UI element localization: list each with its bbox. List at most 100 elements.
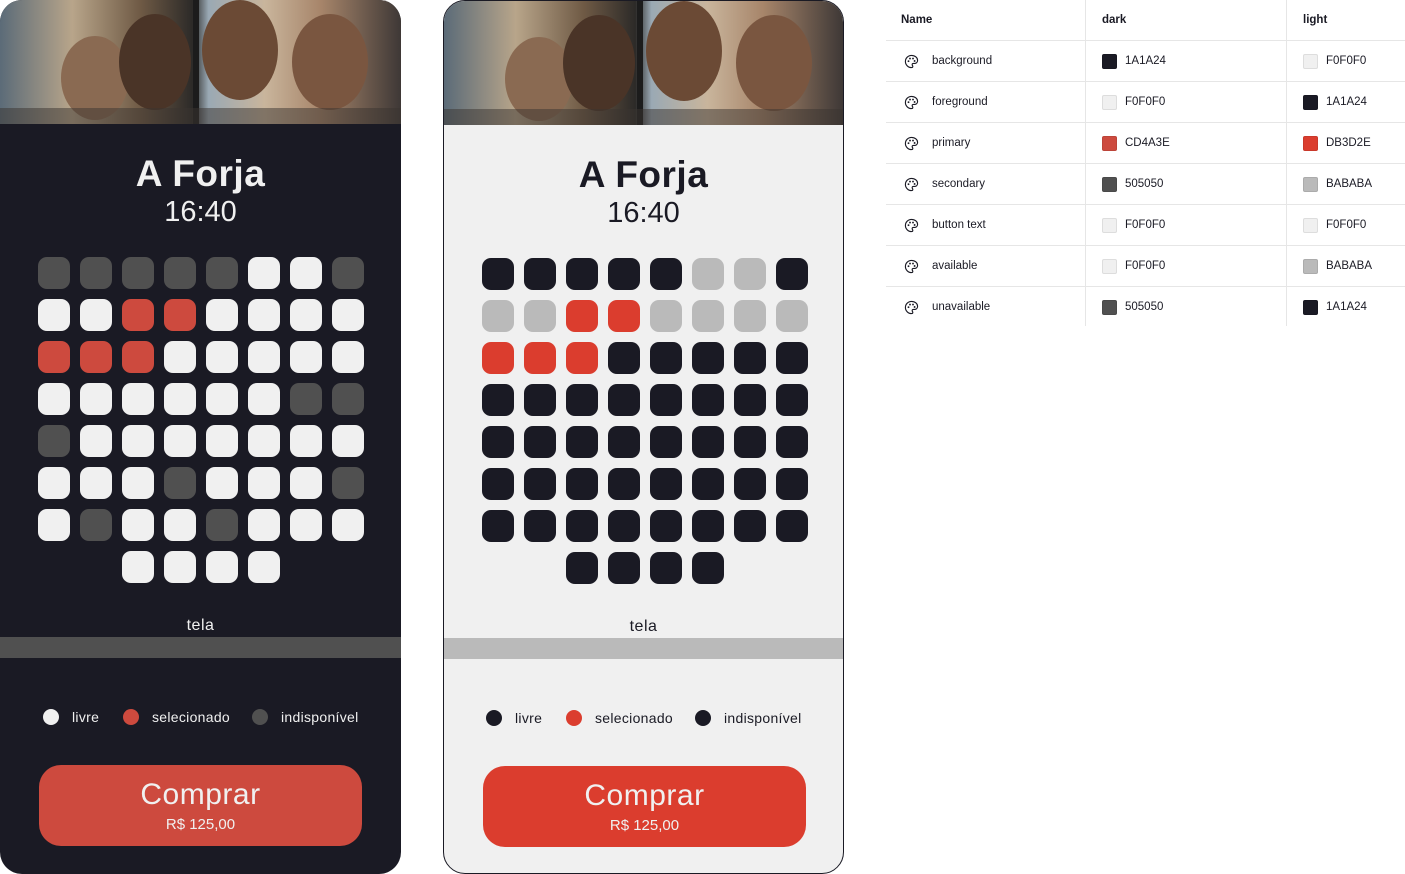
seat[interactable] — [607, 300, 640, 332]
seat[interactable] — [247, 425, 280, 457]
hex-value: F0F0F0 — [1125, 219, 1166, 231]
seat[interactable] — [205, 467, 238, 499]
dark-value-cell: CD4A3E — [1102, 123, 1170, 163]
seat[interactable] — [247, 341, 280, 373]
dark-value-cell: F0F0F0 — [1102, 246, 1165, 286]
seat[interactable] — [121, 341, 154, 373]
seat[interactable] — [121, 383, 154, 415]
color-swatch — [1102, 135, 1117, 151]
seat[interactable] — [121, 299, 154, 331]
seat — [775, 426, 808, 458]
seat[interactable] — [523, 342, 556, 374]
seat[interactable] — [289, 509, 322, 541]
seat[interactable] — [691, 258, 724, 290]
seat[interactable] — [163, 299, 196, 331]
seat[interactable] — [163, 509, 196, 541]
seat[interactable] — [565, 300, 598, 332]
buy-button[interactable]: Comprar R$ 125,00 — [483, 766, 806, 847]
seat[interactable] — [247, 509, 280, 541]
seat[interactable] — [649, 300, 682, 332]
seat[interactable] — [331, 509, 364, 541]
seat[interactable] — [331, 341, 364, 373]
seat[interactable] — [163, 383, 196, 415]
seat — [331, 383, 364, 415]
buy-button-price: R$ 125,00 — [165, 816, 236, 833]
seat — [331, 467, 364, 499]
seat — [565, 468, 598, 500]
seat[interactable] — [733, 300, 766, 332]
seat[interactable] — [121, 467, 154, 499]
seat[interactable] — [121, 551, 154, 583]
seat — [565, 384, 598, 416]
seat-legend: livre selecionado indisponível — [0, 709, 401, 729]
seat — [649, 342, 682, 374]
seat[interactable] — [205, 425, 238, 457]
seat[interactable] — [289, 467, 322, 499]
seat[interactable] — [565, 342, 598, 374]
seat — [733, 510, 766, 542]
seat[interactable] — [289, 425, 322, 457]
seat — [607, 510, 640, 542]
seat — [121, 257, 154, 289]
seat[interactable] — [163, 551, 196, 583]
seat[interactable] — [37, 467, 70, 499]
seat[interactable] — [79, 383, 112, 415]
buy-button[interactable]: Comprar R$ 125,00 — [39, 765, 362, 846]
seat[interactable] — [79, 299, 112, 331]
dark-value-cell: 505050 — [1102, 164, 1163, 204]
seat[interactable] — [37, 341, 70, 373]
seat[interactable] — [775, 300, 808, 332]
token-name-cell: secondary — [904, 164, 985, 204]
legend-selected-label: selecionado — [152, 709, 231, 725]
screen-label: tela — [629, 618, 658, 635]
seat[interactable] — [205, 341, 238, 373]
seat[interactable] — [247, 299, 280, 331]
seat[interactable] — [121, 509, 154, 541]
token-name: available — [932, 260, 978, 272]
seat[interactable] — [289, 341, 322, 373]
table-row: secondary 505050 BABABA — [886, 164, 1405, 205]
seat[interactable] — [481, 300, 514, 332]
seat[interactable] — [331, 299, 364, 331]
seat[interactable] — [163, 341, 196, 373]
seat — [163, 467, 196, 499]
seat[interactable] — [163, 425, 196, 457]
legend-available-dot — [43, 709, 59, 725]
color-swatch — [1102, 299, 1117, 315]
seat[interactable] — [691, 300, 724, 332]
seat[interactable] — [205, 383, 238, 415]
token-name: primary — [932, 137, 971, 149]
seat[interactable] — [247, 467, 280, 499]
seat[interactable] — [289, 299, 322, 331]
seat[interactable] — [481, 342, 514, 374]
seat-grid — [0, 0, 401, 600]
legend-available-label: livre — [515, 710, 543, 726]
seat[interactable] — [37, 509, 70, 541]
seat[interactable] — [205, 551, 238, 583]
color-swatch — [1303, 258, 1318, 274]
dark-value-cell: F0F0F0 — [1102, 82, 1165, 122]
seat[interactable] — [247, 257, 280, 289]
seat — [523, 258, 556, 290]
seat[interactable] — [121, 425, 154, 457]
seat[interactable] — [247, 551, 280, 583]
seat[interactable] — [331, 425, 364, 457]
hex-value: 1A1A24 — [1326, 301, 1367, 313]
seat[interactable] — [289, 257, 322, 289]
light-value-cell: 1A1A24 — [1303, 287, 1367, 327]
seat[interactable] — [37, 299, 70, 331]
legend-unavailable-dot — [695, 710, 711, 726]
seat[interactable] — [733, 258, 766, 290]
color-swatch — [1303, 217, 1318, 233]
seat[interactable] — [247, 383, 280, 415]
seat[interactable] — [205, 299, 238, 331]
token-name: background — [932, 55, 993, 67]
seat[interactable] — [523, 300, 556, 332]
seat — [649, 384, 682, 416]
seat — [607, 468, 640, 500]
seat[interactable] — [79, 467, 112, 499]
seat[interactable] — [79, 425, 112, 457]
seat[interactable] — [79, 341, 112, 373]
seat[interactable] — [37, 383, 70, 415]
seat — [733, 468, 766, 500]
